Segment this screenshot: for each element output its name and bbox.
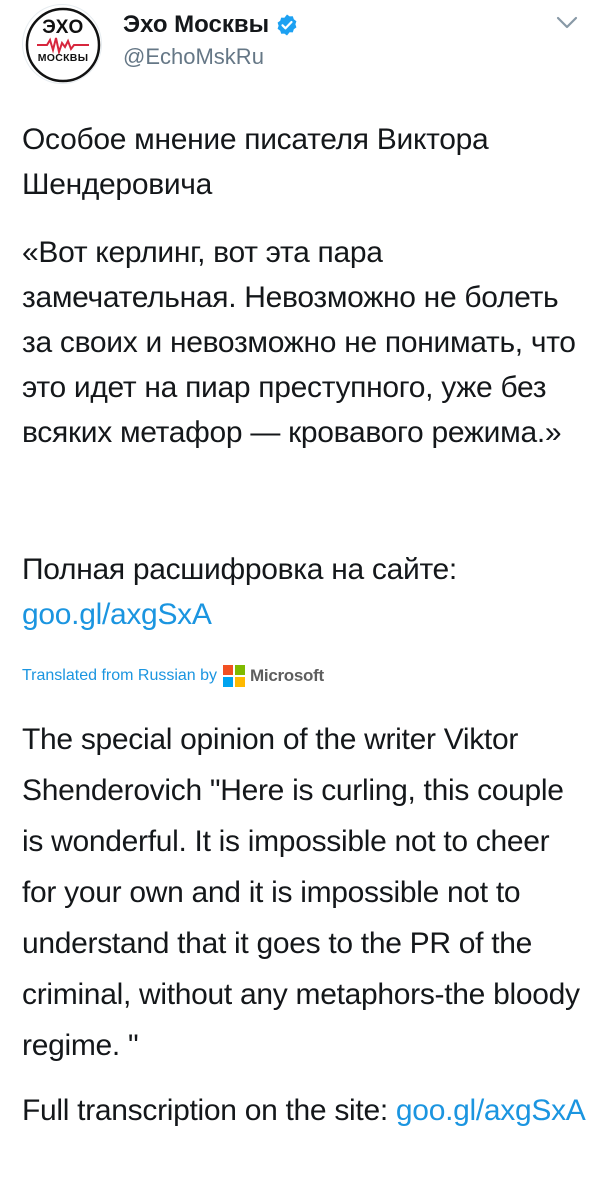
tweet-header: ЭХО МОСКВЫ Эхо Москвы @EchoMskRu (22, 4, 582, 84)
tweet: ЭХО МОСКВЫ Эхо Москвы @EchoMskRu Особое … (0, 0, 602, 1200)
translated-link[interactable]: goo.gl/axgSxA (396, 1094, 586, 1127)
avatar-logo-top-text: ЭХО (42, 17, 84, 38)
user-meta: Эхо Москвы @EchoMskRu (123, 10, 299, 70)
translation-attribution[interactable]: Translated from Russian by Microsoft (22, 664, 324, 688)
user-handle[interactable]: @EchoMskRu (123, 44, 299, 70)
avatar-logo-bottom-text: МОСКВЫ (37, 52, 89, 64)
display-name[interactable]: Эхо Москвы (123, 11, 269, 39)
translated-link-label: Full transcription on the site: (22, 1094, 396, 1127)
translation-provider: Microsoft (250, 666, 324, 685)
translation-label: Translated from Russian by (22, 667, 218, 684)
chevron-down-icon[interactable] (556, 16, 578, 30)
verified-badge-icon (275, 13, 299, 37)
translated-paragraph-1: The special opinion of the writer Viktor… (22, 723, 580, 1062)
translated-paragraph-2: Full transcription on the site: goo.gl/a… (22, 1085, 587, 1136)
original-link-label: Полная расшифровка на сайте: (22, 553, 457, 586)
avatar[interactable]: ЭХО МОСКВЫ (22, 4, 102, 84)
original-link[interactable]: goo.gl/axgSxA (22, 598, 212, 631)
microsoft-logo-icon (223, 665, 246, 687)
display-name-row: Эхо Москвы (123, 10, 299, 40)
original-paragraph-3: Полная расшифровка на сайте: goo.gl/axgS… (22, 547, 587, 637)
original-paragraph-2: «Вот керлинг, вот эта пара замечательная… (22, 236, 576, 449)
original-paragraph-1: Особое мнение писателя Виктора Шендерови… (22, 123, 489, 201)
